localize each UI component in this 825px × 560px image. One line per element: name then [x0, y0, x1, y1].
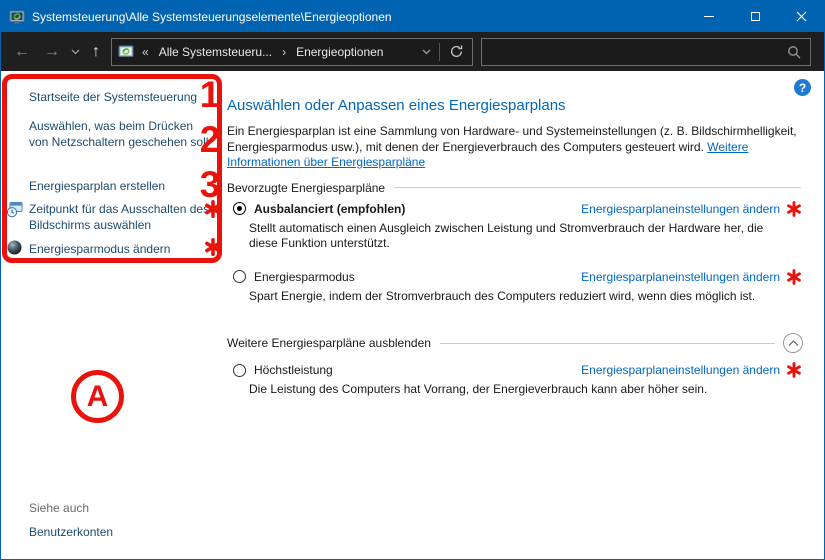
plan-description-balanced: Stellt automatisch einen Ausgleich zwisc… [249, 221, 794, 252]
section-header-additional-plans: Weitere Energiesparpläne ausblenden [227, 336, 431, 350]
forward-button[interactable]: → [37, 44, 67, 60]
breadcrumb-separator-icon: › [282, 45, 286, 59]
window-controls [686, 1, 824, 32]
radio-high-performance[interactable] [233, 364, 246, 377]
minimize-button[interactable] [686, 1, 732, 32]
page-title: Auswählen oder Anpassen eines Energiespa… [227, 97, 811, 114]
sidebar-item-display-off-time[interactable]: Zeitpunkt für das Ausschalten des Bildsc… [29, 201, 213, 233]
refresh-button[interactable] [440, 44, 472, 59]
title-bar: Systemsteuerung\Alle Systemsteuerungsele… [1, 1, 824, 32]
section-additional-plans: Weitere Energiesparpläne ausblenden [227, 333, 811, 353]
minimize-icon [704, 16, 714, 17]
change-plan-settings-link-high-performance[interactable]: Energiesparplaneinstellungen ändern [581, 363, 780, 377]
close-button[interactable] [778, 1, 824, 32]
change-plan-settings-link-balanced[interactable]: Energiesparplaneinstellungen ändern [581, 202, 780, 216]
intro-paragraph: Ein Energiesparplan ist eine Sammlung vo… [227, 124, 808, 171]
radio-balanced[interactable] [233, 202, 246, 215]
section-header-preferred-plans: Bevorzugte Energiesparpläne [227, 181, 385, 195]
section-preferred-plans: Bevorzugte Energiesparpläne [227, 181, 811, 195]
plan-label-high-performance[interactable]: Höchstleistung [254, 363, 333, 377]
location-icon [118, 44, 134, 60]
search-box [481, 38, 811, 66]
sidebar-item-control-panel-home[interactable]: Startseite der Systemsteuerung [29, 89, 213, 105]
plan-description-high-performance: Die Leistung des Computers hat Vorrang, … [249, 382, 794, 398]
plan-row-power-saver: Energiesparmodus Energiesparplaneinstell… [227, 269, 811, 285]
breadcrumb-item-root[interactable]: Alle Systemsteueru... [151, 45, 280, 59]
sidebar-item-create-power-plan[interactable]: Energiesparplan erstellen [29, 178, 213, 194]
content-area: Startseite der Systemsteuerung Auswählen… [1, 71, 824, 559]
collapse-section-button[interactable] [783, 333, 803, 353]
address-bar[interactable]: « Alle Systemsteueru... › Energieoptione… [111, 38, 473, 66]
plan-description-power-saver: Spart Energie, indem der Stromverbrauch … [249, 289, 794, 305]
energy-saver-icon [6, 239, 23, 256]
main-panel: ? Auswählen oder Anpassen eines Energies… [227, 71, 811, 398]
window-title: Systemsteuerung\Alle Systemsteuerungsele… [32, 10, 392, 24]
sidebar-item-power-button-behavior[interactable]: Auswählen, was beim Drücken von Netzscha… [29, 118, 213, 150]
plan-row-high-performance: Höchstleistung Energiesparplaneinstellun… [227, 362, 811, 378]
navigation-bar: ← → ↑ « Alle Systemsteueru... › Energieo… [1, 32, 824, 71]
section-divider [440, 343, 775, 344]
up-button[interactable]: ↑ [83, 44, 109, 60]
recent-pages-chevron-icon[interactable] [67, 49, 83, 55]
back-button[interactable]: ← [7, 44, 37, 60]
plan-label-balanced[interactable]: Ausbalanciert (empfohlen) [254, 202, 405, 216]
sidebar-item-user-accounts[interactable]: Benutzerkonten [29, 525, 113, 539]
see-also-header: Siehe auch [29, 501, 89, 515]
address-dropdown-chevron-icon[interactable] [414, 49, 439, 55]
breadcrumb-item-current[interactable]: Energieoptionen [288, 45, 391, 59]
breadcrumb-overflow[interactable]: « [142, 45, 149, 59]
control-panel-window: Systemsteuerung\Alle Systemsteuerungsele… [0, 0, 825, 560]
control-panel-icon [9, 9, 25, 25]
change-plan-settings-link-power-saver[interactable]: Energiesparplaneinstellungen ändern [581, 270, 780, 284]
plan-label-power-saver[interactable]: Energiesparmodus [254, 270, 355, 284]
section-divider [394, 187, 801, 188]
search-input[interactable] [482, 45, 787, 59]
refresh-icon [449, 44, 464, 59]
plan-row-balanced: Ausbalanciert (empfohlen) Energiesparpla… [227, 201, 811, 217]
search-icon[interactable] [787, 45, 801, 59]
annotation-asterisk-icon [786, 269, 802, 285]
chevron-up-icon [788, 340, 799, 347]
radio-power-saver[interactable] [233, 270, 246, 283]
sidebar-item-change-energy-saver[interactable]: Energiesparmodus ändern [29, 241, 213, 257]
annotation-asterisk-icon [786, 201, 802, 217]
close-icon [796, 11, 807, 22]
annotation-asterisk-icon [786, 362, 802, 378]
maximize-icon [751, 12, 760, 21]
display-clock-icon [6, 201, 23, 218]
help-button[interactable]: ? [794, 79, 811, 96]
maximize-button[interactable] [732, 1, 778, 32]
